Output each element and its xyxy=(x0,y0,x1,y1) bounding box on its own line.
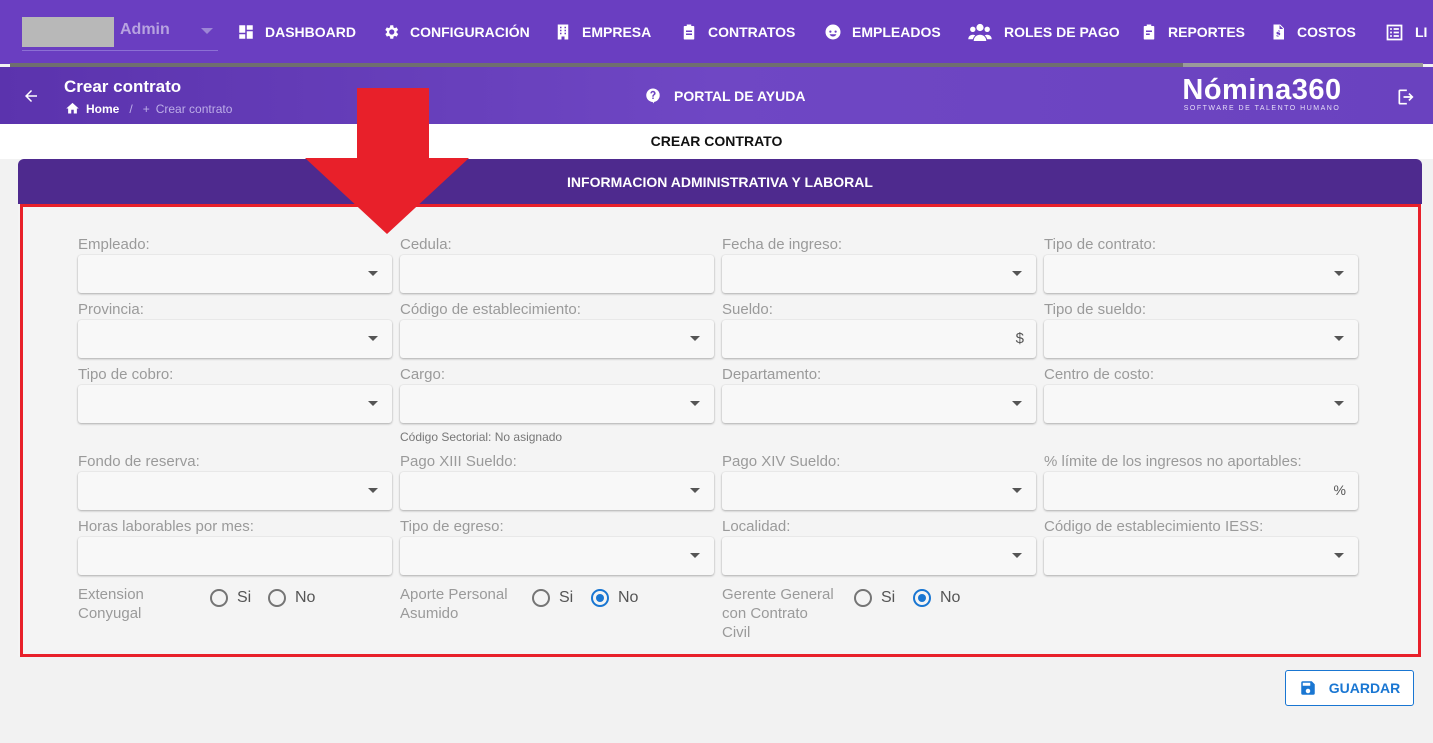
nav-more-label: LI xyxy=(1415,24,1428,40)
card-title: INFORMACION ADMINISTRATIVA Y LABORAL xyxy=(567,173,873,190)
nav-roles-de-pago[interactable]: ROLES DE PAGO xyxy=(966,0,1120,64)
nav-contratos[interactable]: CONTRATOS xyxy=(680,0,795,64)
invoice-icon xyxy=(1273,24,1284,40)
brand-logo: Nómina360 SOFTWARE DE TALENTO HUMANO xyxy=(1172,75,1352,112)
gear-icon xyxy=(385,25,399,39)
user-select-underline xyxy=(22,50,218,51)
top-navigation: Admin DASHBOARD CONFIGURACIÓN EMPRESA CO… xyxy=(0,0,1433,64)
list-icon xyxy=(1386,24,1403,40)
brand-name: Nómina360 xyxy=(1182,74,1342,106)
nav-configuracion[interactable]: CONFIGURACIÓN xyxy=(382,0,530,64)
clipboard-icon xyxy=(683,24,695,40)
help-bubble-icon xyxy=(646,88,660,104)
user-name[interactable]: Admin xyxy=(120,21,170,39)
nav-costos[interactable]: COSTOS xyxy=(1269,0,1356,64)
face-icon xyxy=(825,24,841,40)
help-portal-link[interactable]: PORTAL DE AYUDA xyxy=(644,87,805,105)
breadcrumb-current: Crear contrato xyxy=(155,101,233,116)
nav-empleados-label: EMPLEADOS xyxy=(852,24,941,40)
nav-configuracion-label: CONFIGURACIÓN xyxy=(410,24,530,40)
breadcrumb-home[interactable]: Home xyxy=(86,102,119,116)
nav-dashboard[interactable]: DASHBOARD xyxy=(237,0,356,64)
people-icon xyxy=(968,23,992,41)
floppy-disk-icon xyxy=(1300,681,1315,695)
nav-dashboard-label: DASHBOARD xyxy=(265,24,356,40)
breadcrumb-separator: / xyxy=(129,101,133,116)
breadcrumb: Home / + Crear contrato xyxy=(65,101,232,116)
chevron-down-icon[interactable] xyxy=(201,28,213,34)
annotation-arrow-icon xyxy=(305,88,469,234)
card-header: INFORMACION ADMINISTRATIVA Y LABORAL xyxy=(18,159,1422,204)
section-title: CREAR CONTRATO xyxy=(650,133,783,149)
report-icon xyxy=(1143,24,1155,40)
logout-icon[interactable] xyxy=(1396,87,1416,107)
annotation-highlight-box xyxy=(20,204,1421,657)
nav-roles-de-pago-label: ROLES DE PAGO xyxy=(1004,24,1120,40)
nav-empresa[interactable]: EMPRESA xyxy=(554,0,651,64)
home-icon[interactable] xyxy=(65,101,80,116)
nav-contratos-label: CONTRATOS xyxy=(708,24,796,40)
dashboard-icon xyxy=(239,25,253,39)
page-title: Crear contrato xyxy=(64,77,182,96)
nav-reportes[interactable]: REPORTES xyxy=(1140,0,1245,64)
nav-costos-label: COSTOS xyxy=(1297,24,1356,40)
save-button-label: GUARDAR xyxy=(1328,680,1401,696)
nav-more[interactable]: LI xyxy=(1384,0,1427,64)
nav-empleados[interactable]: EMPLEADOS xyxy=(824,0,941,64)
nav-empresa-label: EMPRESA xyxy=(582,24,652,40)
plus-icon: + xyxy=(142,101,150,116)
building-icon xyxy=(557,24,569,40)
help-portal-label: PORTAL DE AYUDA xyxy=(674,88,806,104)
page-header: Crear contrato Home / + Crear contrato P… xyxy=(0,67,1433,124)
brand-tagline: SOFTWARE DE TALENTO HUMANO xyxy=(1183,105,1341,112)
user-avatar-redacted[interactable] xyxy=(22,17,114,47)
save-button[interactable]: GUARDAR xyxy=(1285,670,1414,706)
nav-reportes-label: REPORTES xyxy=(1168,24,1246,40)
back-arrow-icon[interactable] xyxy=(22,87,40,105)
